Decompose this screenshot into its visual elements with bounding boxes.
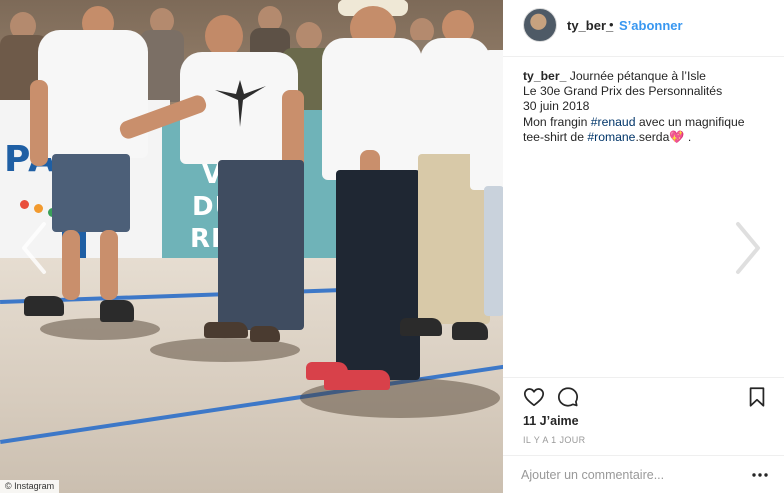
player-arm [30, 80, 48, 166]
caption-line-1: ty_ber_ Journée pétanque à l’Isle [523, 69, 771, 84]
caption-line-3: 30 juin 2018 [523, 99, 590, 114]
chevron-right-icon [736, 222, 760, 274]
caption-line-5: tee-shirt de #romane.serda💖 . [523, 130, 771, 145]
caption-text: avec un magnifique [635, 114, 745, 129]
avatar[interactable] [523, 8, 557, 42]
follow-button[interactable]: S’abonner [619, 18, 683, 33]
player-shoe [250, 326, 280, 342]
divider [503, 56, 784, 57]
hashtag-link[interactable]: #romane [587, 130, 635, 144]
caption-username-link[interactable]: ty_ber_ [523, 69, 566, 83]
heart-icon[interactable] [523, 386, 545, 408]
player-shirt [470, 50, 503, 190]
carousel-next-button[interactable] [730, 218, 764, 278]
username-link[interactable]: ty_ber_ [567, 18, 613, 33]
post-header: ty_ber_ • S’abonner [503, 0, 784, 52]
player-shoe [24, 296, 64, 316]
caption-text: . [684, 129, 692, 144]
caption-text: .serda [635, 129, 670, 144]
post-caption: ty_ber_ Journée pétanque à l’Isle Le 30e… [523, 69, 771, 145]
player-trousers [484, 186, 503, 316]
caption-text: Journée pétanque à l’Isle [569, 69, 706, 83]
header-separator: • [609, 17, 614, 32]
divider [503, 377, 784, 378]
post-timestamp[interactable]: IL Y A 1 JOUR [523, 435, 586, 445]
divider [503, 455, 784, 456]
player-shoe [400, 318, 442, 336]
chevron-left-icon [22, 222, 46, 274]
player-shoe [204, 322, 248, 338]
player-shoe [452, 322, 488, 340]
more-options-icon[interactable] [751, 466, 769, 484]
carousel-prev-button[interactable] [18, 218, 52, 278]
player-head [205, 15, 243, 57]
player-trousers [336, 170, 420, 380]
caption-text: Mon frangin [523, 114, 591, 129]
caption-line-4: Mon frangin #renaud avec un magnifique [523, 115, 771, 130]
hashtag-link[interactable]: #renaud [591, 115, 636, 129]
player-jeans [218, 160, 304, 330]
player-shirt [38, 30, 148, 158]
caption-line-2: Le 30e Grand Prix des Personnalités [523, 84, 723, 99]
player-leg [100, 230, 118, 300]
heart-emoji: 💖 [669, 129, 685, 144]
comment-icon[interactable] [557, 386, 579, 408]
bookmark-icon[interactable] [747, 386, 767, 408]
likes-count[interactable]: 11 J’aime [523, 414, 579, 428]
caption-text: tee-shirt de [523, 129, 588, 144]
player-shoe [100, 300, 134, 322]
player-shadow [40, 318, 160, 340]
player-shorts [52, 154, 130, 232]
post-photo[interactable]: PAD 4 LE VI DU RE [0, 0, 503, 493]
crowd-person [296, 22, 322, 50]
instagram-watermark: © Instagram [0, 480, 60, 493]
player-shoe [324, 370, 390, 390]
player-leg [62, 230, 80, 300]
comment-input[interactable] [521, 465, 731, 485]
bird-print-icon [215, 80, 266, 127]
